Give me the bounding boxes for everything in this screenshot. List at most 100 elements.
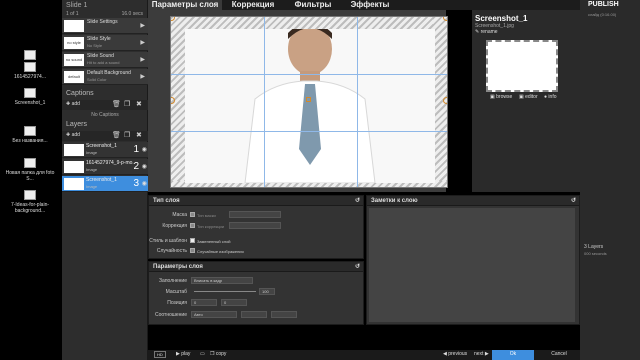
tools-icon[interactable]: ✖	[136, 100, 142, 108]
rename-button[interactable]: ✎ rename	[475, 29, 498, 35]
screen-icon[interactable]: ▭	[200, 351, 205, 357]
style-thumb: no style	[64, 37, 84, 49]
ratio-width-input[interactable]	[241, 311, 267, 318]
fill-select[interactable]: Вписать в кадр	[191, 277, 253, 284]
center-handle[interactable]	[306, 97, 311, 102]
desktop-icon-screenshot[interactable]: Screenshot_1	[4, 88, 56, 106]
layer-preview-panel: Screenshot_1 Screenshot_1.jpg ✎ rename ▣…	[472, 10, 580, 192]
editor-label: editor	[525, 94, 538, 100]
reset-icon[interactable]: ↺	[355, 263, 360, 270]
eye-icon[interactable]: ◉	[142, 163, 147, 170]
desktop-icon-image[interactable]	[4, 50, 56, 62]
random-checkbox[interactable]	[190, 248, 195, 253]
mask-label: Маска	[172, 212, 187, 218]
desktop-icon-folder[interactable]: Новая папка для foto S...	[4, 158, 56, 182]
layer-number: 2	[133, 161, 139, 172]
image-file-icon	[24, 190, 36, 200]
tab-correction[interactable]: Коррекция	[222, 0, 284, 10]
reset-icon[interactable]: ↺	[571, 197, 576, 204]
previous-button[interactable]: ◀ previous	[443, 351, 467, 357]
slide-canvas[interactable]	[170, 16, 448, 188]
play-button[interactable]: ▶ play	[176, 351, 190, 357]
ratio-label: Соотношение	[154, 312, 187, 318]
reset-icon[interactable]: ↺	[355, 197, 360, 204]
tab-effects[interactable]: Эффекты	[342, 0, 398, 10]
desktop-icon-file[interactable]: 1614527974...	[4, 62, 56, 80]
scale-slider[interactable]	[194, 291, 256, 292]
grid-line	[357, 17, 358, 187]
position-x-input[interactable]: 0	[191, 299, 217, 306]
notes-textarea[interactable]	[369, 208, 575, 322]
slide-row-sub: Hit to add a sound	[87, 60, 120, 65]
ratio-height-input[interactable]	[271, 311, 297, 318]
tab-layer-params[interactable]: Параметры слоя	[148, 0, 222, 10]
add-layer-button[interactable]: ✚ add	[66, 132, 80, 138]
slide-row-title: Slide Settings	[87, 19, 118, 25]
layer-type: Image	[86, 150, 98, 155]
ratio-select[interactable]: Авто	[191, 311, 237, 318]
scale-input[interactable]: 100	[259, 288, 275, 295]
copy-label: copy	[215, 351, 227, 357]
grid-line	[264, 17, 265, 187]
grid-line	[171, 131, 447, 132]
hatch-top	[171, 17, 447, 29]
copy-button[interactable]: ❐ copy	[210, 351, 226, 357]
default-background-row[interactable]: default Default Background Solid Color ▶	[62, 69, 148, 85]
left-panel: Slide 1 1 of 1 16.0 secs Slide Settings …	[62, 0, 148, 360]
ok-button[interactable]: Ok	[492, 350, 534, 360]
replaced-layer-text: Замененный слой	[197, 239, 231, 244]
layer-row[interactable]: 1614527974_9-p-mo... Image 2 ◉	[62, 159, 148, 175]
person-photo	[244, 29, 376, 183]
position-label: Позиция	[167, 300, 187, 306]
slide-sound-row[interactable]: no sound Slide Sound Hit to add a sound …	[62, 52, 148, 68]
image-file-icon	[24, 62, 36, 72]
replaced-layer-checkbox[interactable]	[190, 238, 195, 243]
slide-settings-row[interactable]: Slide Settings ▶	[62, 18, 148, 34]
bottom-bar: HD ▶ play ▭ ❐ copy ◀ previous next ▶ Ok …	[148, 350, 580, 360]
correction-select[interactable]	[229, 222, 281, 229]
random-label: Случайность	[156, 248, 187, 254]
notes-header: Заметки к слою ↺	[367, 196, 579, 206]
mask-checkbox[interactable]	[190, 212, 195, 217]
correction-checkbox[interactable]	[190, 223, 195, 228]
tab-filters[interactable]: Фильтры	[284, 0, 342, 10]
slide-style-row[interactable]: no style Slide Style No Style ▶	[62, 35, 148, 51]
next-button[interactable]: next ▶	[474, 351, 489, 357]
panel-title: Параметры слоя	[153, 264, 203, 270]
desktop-icon-ideas[interactable]: 7-Ideas-for-plain-background...	[4, 190, 56, 214]
desktop-icon-untitled[interactable]: Без названия...	[4, 126, 56, 144]
editor-button[interactable]: ▣ editor	[519, 94, 538, 100]
layer-thumb	[64, 161, 84, 173]
sound-thumb: no sound	[64, 54, 84, 66]
eye-icon[interactable]: ◉	[142, 180, 147, 187]
layer-type-header: Тип слоя ↺	[149, 196, 363, 206]
browse-label: browse	[496, 94, 513, 100]
add-caption-button[interactable]: ✚ add	[66, 101, 80, 107]
chevron-right-icon: ▶	[140, 40, 145, 46]
resize-handle[interactable]	[443, 17, 447, 21]
trash-icon[interactable]: 🗑	[112, 131, 121, 139]
browse-button[interactable]: ▣ browse	[490, 94, 512, 100]
tools-icon[interactable]: ✖	[136, 131, 142, 139]
hd-button[interactable]: HD	[154, 351, 166, 358]
panel-title: Тип слоя	[153, 198, 180, 204]
random-images-text: Случайные изображения	[197, 249, 244, 254]
fill-label: Заполнение	[159, 278, 187, 284]
layer-row[interactable]: Screenshot_1 Image 1 ◉	[62, 142, 148, 158]
cancel-button[interactable]: Cancel	[540, 350, 578, 360]
captions-heading: Captions	[66, 90, 94, 97]
time-info: 000 seconds	[584, 251, 607, 256]
resize-handle[interactable]	[443, 97, 447, 104]
position-y-input[interactable]: 0	[221, 299, 247, 306]
trash-icon[interactable]: 🗑	[112, 100, 121, 108]
copy-icon[interactable]: ❐	[124, 131, 130, 139]
next-label: next	[474, 351, 484, 357]
layer-row-selected[interactable]: Screenshot_1 Image 3 ◉	[62, 176, 148, 192]
eye-icon[interactable]: ◉	[142, 146, 147, 153]
publish-button[interactable]: PUBLISH	[588, 1, 619, 8]
copy-icon[interactable]: ❐	[124, 100, 130, 108]
info-button[interactable]: ● info	[544, 94, 556, 100]
mask-select[interactable]	[229, 211, 281, 218]
background-thumb: default	[64, 71, 84, 83]
desktop-icon-label: Новая папка для foto S...	[5, 170, 55, 182]
